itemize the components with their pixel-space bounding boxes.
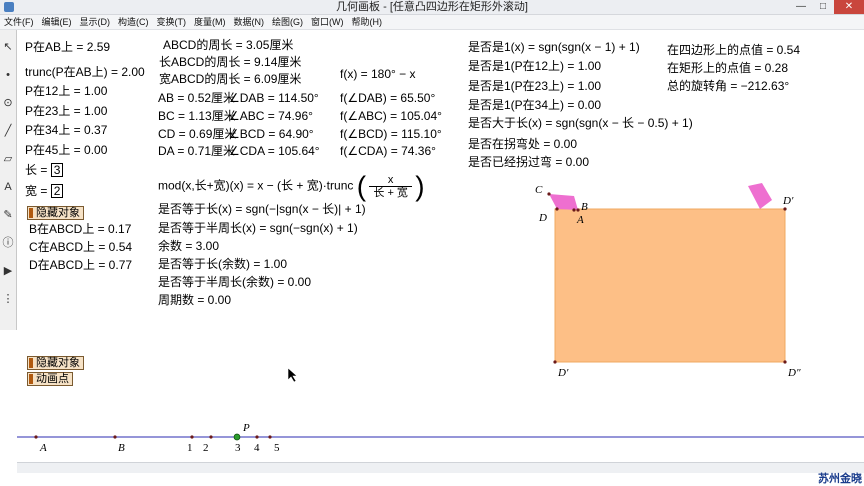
point-d-prime-bottom[interactable] xyxy=(553,360,557,364)
window-controls: — □ ✕ xyxy=(790,0,864,14)
track-point-1[interactable] xyxy=(190,435,194,439)
label-d-prime-top: D′ xyxy=(783,195,794,207)
text-tool-icon[interactable]: A xyxy=(1,176,15,198)
menu-display[interactable]: 显示(D) xyxy=(76,15,115,29)
point-a[interactable] xyxy=(572,208,576,212)
close-button[interactable]: ✕ xyxy=(834,0,864,14)
track-point-a[interactable] xyxy=(34,435,38,439)
menu-bar: 文件(F) 编辑(E) 显示(D) 构造(C) 变换(T) 度量(M) 数据(N… xyxy=(0,15,864,30)
track-label-b: B xyxy=(118,442,125,454)
title-bar: 几何画板 - [任意凸四边形在矩形外滚动] — □ ✕ xyxy=(0,0,864,15)
custom-tool-icon[interactable]: ▶ xyxy=(1,260,15,282)
compass-tool-icon[interactable]: ⊙ xyxy=(1,92,15,114)
label-d-double-prime: D″ xyxy=(788,367,801,379)
point-b[interactable] xyxy=(576,208,580,212)
point-c[interactable] xyxy=(547,192,551,196)
line-tool-icon[interactable]: ╱ xyxy=(1,120,15,142)
more-tools-icon[interactable]: ⋮ xyxy=(1,288,15,310)
mouse-cursor-icon xyxy=(288,368,298,382)
menu-data[interactable]: 数据(N) xyxy=(230,15,269,29)
track-point-5[interactable] xyxy=(268,435,272,439)
polygon-tool-icon[interactable]: ▱ xyxy=(1,148,15,170)
rectangle[interactable] xyxy=(554,208,786,363)
watermark: 苏州金晓 xyxy=(818,473,862,485)
sketch-canvas[interactable]: P在AB上 = 2.59 trunc(P在AB上) = 2.00 P在12上 =… xyxy=(17,30,864,468)
track-point-p[interactable] xyxy=(233,433,241,441)
point-d-double-prime[interactable] xyxy=(783,360,787,364)
menu-help[interactable]: 帮助(H) xyxy=(348,15,387,29)
menu-file[interactable]: 文件(F) xyxy=(0,15,38,29)
track-point-b[interactable] xyxy=(113,435,117,439)
window-title: 几何画板 - [任意凸四边形在矩形外滚动] xyxy=(336,1,528,13)
track-label-4: 4 xyxy=(254,442,260,454)
tool-bar: ↖ • ⊙ ╱ ▱ A ✎ ⓘ ▶ ⋮ xyxy=(0,30,17,330)
label-d-prime-bottom: D′ xyxy=(558,367,569,379)
minimize-button[interactable]: — xyxy=(790,0,812,14)
track-label-a: A xyxy=(40,442,47,454)
menu-construct[interactable]: 构造(C) xyxy=(114,15,153,29)
label-d: D xyxy=(539,212,547,224)
horizontal-scrollbar[interactable] xyxy=(17,462,864,473)
marker-tool-icon[interactable]: ✎ xyxy=(1,204,15,226)
label-a: A xyxy=(577,214,584,226)
label-c: C xyxy=(535,184,543,196)
maximize-button[interactable]: □ xyxy=(812,0,834,14)
track-label-5: 5 xyxy=(274,442,280,454)
point-d[interactable] xyxy=(555,207,559,211)
menu-measure[interactable]: 度量(M) xyxy=(190,15,230,29)
quadrilateral-image[interactable] xyxy=(748,183,772,209)
geometry-figure xyxy=(17,183,864,441)
track-label-2: 2 xyxy=(203,442,209,454)
track-label-1: 1 xyxy=(187,442,193,454)
point-tool-icon[interactable]: • xyxy=(1,64,15,86)
menu-graph[interactable]: 绘图(G) xyxy=(268,15,307,29)
track-label-p: P xyxy=(243,422,250,434)
track-label-3: 3 xyxy=(235,442,241,454)
arrow-tool-icon[interactable]: ↖ xyxy=(1,36,15,58)
menu-edit[interactable]: 编辑(E) xyxy=(38,15,76,29)
menu-transform[interactable]: 变换(T) xyxy=(153,15,191,29)
menu-window[interactable]: 窗口(W) xyxy=(307,15,348,29)
track-point-4[interactable] xyxy=(255,435,259,439)
info-tool-icon[interactable]: ⓘ xyxy=(1,232,15,254)
label-b: B xyxy=(581,201,588,213)
track-point-2[interactable] xyxy=(209,435,213,439)
quadrilateral-abcd[interactable] xyxy=(549,194,578,210)
